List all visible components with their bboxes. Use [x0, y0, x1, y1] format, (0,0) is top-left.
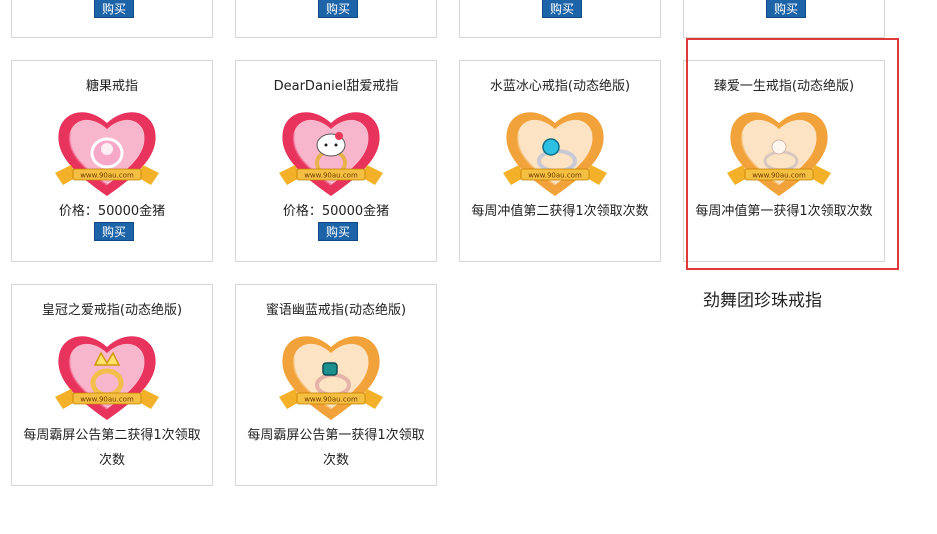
buy-button[interactable]: 购买: [94, 0, 134, 18]
product-card: 糖果戒指 www.90au.com 价格：50000金猪 购买: [11, 60, 213, 262]
acquire-condition: 每周冲值第二获得1次领取次数: [471, 204, 649, 219]
product-title[interactable]: 皇冠之爱戒指(动态绝版): [12, 299, 212, 318]
ring-image[interactable]: www.90au.com: [51, 325, 163, 425]
product-title[interactable]: 水蓝冰心戒指(动态绝版): [460, 75, 660, 94]
buy-button[interactable]: 购买: [766, 0, 806, 18]
buy-button[interactable]: 购买: [94, 222, 134, 241]
svg-text:www.90au.com: www.90au.com: [528, 172, 582, 180]
ring-image[interactable]: www.90au.com: [275, 101, 387, 201]
highlight-box: [686, 38, 899, 270]
acquire-condition: 每周霸屏公告第二获得1次领取次数: [23, 428, 201, 468]
product-title[interactable]: 糖果戒指: [12, 75, 212, 94]
product-card-top-3: 购买: [459, 0, 661, 38]
product-card-top-2: 购买: [235, 0, 437, 38]
product-title[interactable]: DearDaniel甜爱戒指: [236, 75, 436, 94]
product-title[interactable]: 蜜语幽蓝戒指(动态绝版): [236, 299, 436, 318]
product-card: DearDaniel甜爱戒指 www.90au.com 价格：50000金猪 购…: [235, 60, 437, 262]
product-price: 价格：50000金猪: [282, 204, 390, 219]
product-card: 蜜语幽蓝戒指(动态绝版) www.90au.com 每周霸屏公告第一获得1次领取…: [235, 284, 437, 486]
product-card-top-1: 购买: [11, 0, 213, 38]
ring-image[interactable]: www.90au.com: [275, 325, 387, 425]
buy-button[interactable]: 购买: [542, 0, 582, 18]
product-card: 水蓝冰心戒指(动态绝版) www.90au.com 每周冲值第二获得1次领取次数: [459, 60, 661, 262]
svg-text:www.90au.com: www.90au.com: [80, 396, 134, 404]
buy-button[interactable]: 购买: [318, 0, 358, 18]
ring-image[interactable]: www.90au.com: [51, 101, 163, 201]
svg-text:www.90au.com: www.90au.com: [304, 396, 358, 404]
product-card-top-4: 购买: [683, 0, 885, 38]
svg-text:www.90au.com: www.90au.com: [304, 172, 358, 180]
ring-image[interactable]: www.90au.com: [499, 101, 611, 201]
svg-text:www.90au.com: www.90au.com: [80, 172, 134, 180]
buy-button[interactable]: 购买: [318, 222, 358, 241]
product-price: 价格：50000金猪: [58, 204, 166, 219]
product-card: 皇冠之爱戒指(动态绝版) www.90au.com 每周霸屏公告第二获得1次领取…: [11, 284, 213, 486]
annotation-caption: 劲舞团珍珠戒指: [703, 291, 822, 311]
acquire-condition: 每周霸屏公告第一获得1次领取次数: [247, 428, 425, 468]
